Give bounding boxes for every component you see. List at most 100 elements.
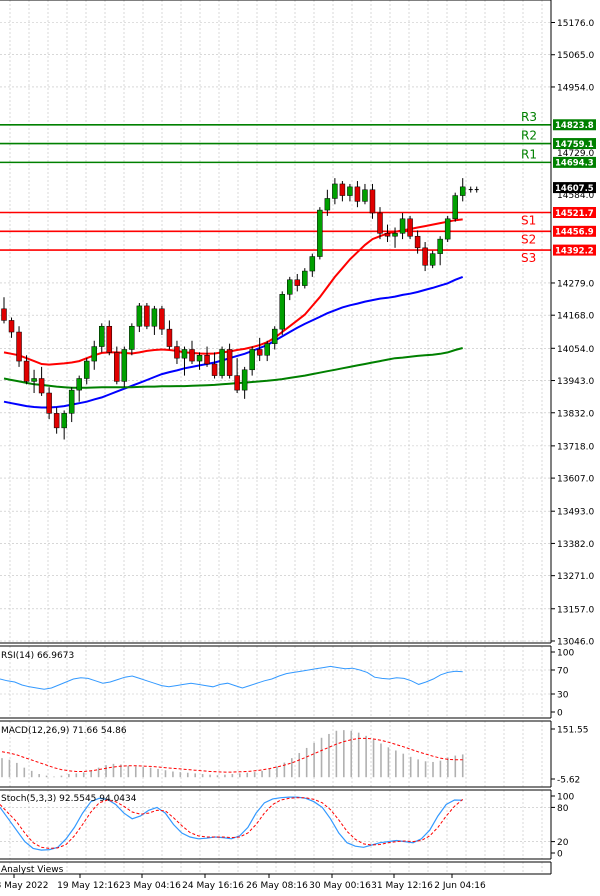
candle-body-21 <box>159 308 165 330</box>
candle-body-6 <box>46 392 52 414</box>
level-label-s2: S2 <box>521 232 536 246</box>
rsi-tick-label-0: 100 <box>557 649 574 659</box>
candle-body-13 <box>99 325 105 347</box>
candle-body-55 <box>414 235 421 249</box>
candle-body-39 <box>294 279 301 286</box>
candle-body-44 <box>332 183 338 199</box>
level-label-s1: S1 <box>521 213 536 227</box>
price-tick-label-13: 13157.0 <box>557 605 594 615</box>
current-price-text: 14607.5 <box>555 184 594 194</box>
candle-body-54 <box>407 218 413 237</box>
x-tick-label-2: 23 May 04:16 <box>119 881 181 891</box>
candle-body-38 <box>287 279 293 295</box>
level-price-text-r3: 14823.8 <box>555 121 594 131</box>
stoch-tick-label-2: 20 <box>557 838 569 848</box>
candle-29 <box>219 346 225 379</box>
candle-body-2 <box>16 331 22 362</box>
macd-label: MACD(12,26,9) 71.66 54.86 <box>1 726 127 736</box>
level-price-text-r2: 14759.1 <box>555 140 594 150</box>
price-tick-label-10: 13493.0 <box>557 508 594 518</box>
x-tick-label-7: 2 Jun 04:16 <box>434 881 486 891</box>
candle-body-11 <box>83 360 90 379</box>
candle-37 <box>279 291 285 335</box>
candle-body-34 <box>256 349 263 356</box>
candle-2 <box>16 326 22 367</box>
rsi-tick-label-3: 0 <box>557 709 563 719</box>
candle-body-15 <box>114 352 120 382</box>
candle-body-51 <box>384 233 391 237</box>
candle-59 <box>444 215 451 243</box>
candle-body-16 <box>121 349 128 382</box>
candle-40 <box>302 268 308 289</box>
price-tick-label-11: 13382.0 <box>557 540 594 550</box>
price-tick-label-12: 13271.0 <box>557 572 594 582</box>
price-tick-label-14: 13046.0 <box>557 638 594 648</box>
level-label-r2: R2 <box>521 129 537 143</box>
candle-body-36 <box>271 328 278 344</box>
candle-42 <box>317 207 323 260</box>
rsi-label: RSI(14) 66.9673 <box>1 651 74 661</box>
x-tick-label-3: 24 May 16:16 <box>182 881 244 891</box>
candle-54 <box>407 215 413 240</box>
candle-16 <box>121 346 128 388</box>
rsi-tick-label-2: 30 <box>557 691 569 701</box>
trading-chart: R3 R2 R1 S1 S2 S3 RSI(14) 66.9673 MACD(12,26,… <box>0 0 600 896</box>
x-tick-label-1: 19 May 12:16 <box>57 881 119 891</box>
stoch-label: Stoch(5,3,3) 92.5545 94.0434 <box>1 794 137 804</box>
candle-body-32 <box>241 369 248 391</box>
price-tick-label-9: 13607.0 <box>557 475 594 485</box>
price-tick-label-1: 15065.0 <box>557 51 594 61</box>
level-label-r3: R3 <box>521 110 537 124</box>
candle-body-5 <box>38 378 45 394</box>
rsi-tick-label-1: 70 <box>557 667 569 677</box>
candle-body-26 <box>196 355 203 362</box>
candle-body-58 <box>437 238 443 254</box>
candle-body-20 <box>151 308 158 327</box>
x-tick-label-5: 30 May 00:16 <box>309 881 371 891</box>
candle-body-19 <box>144 305 150 327</box>
level-label-r1: R1 <box>521 147 537 161</box>
macd-tick-label-0: 151.55 <box>557 726 589 736</box>
candle-body-29 <box>219 349 225 376</box>
candle-body-23 <box>174 346 180 359</box>
candle-body-27 <box>204 355 210 365</box>
candle-body-17 <box>129 325 135 350</box>
stoch-tick-label-0: 100 <box>557 793 574 803</box>
candle-body-14 <box>106 325 113 353</box>
candle-body-50 <box>377 212 383 234</box>
candle-body-57 <box>429 253 436 266</box>
candle-15 <box>114 346 120 385</box>
candle-body-28 <box>211 363 218 376</box>
price-tick-label-8: 13718.0 <box>557 442 594 452</box>
analyst-views-label: Analyst Views <box>1 865 64 875</box>
candle-body-3 <box>23 360 30 382</box>
candle-body-37 <box>279 294 285 330</box>
candle-body-60 <box>452 195 458 220</box>
level-price-text-r1: 14694.3 <box>555 159 594 169</box>
candle-body-43 <box>324 198 331 211</box>
candle-body-8 <box>61 413 67 429</box>
candle-body-45 <box>339 183 346 196</box>
candle-body-42 <box>317 209 323 257</box>
candle-body-47 <box>354 186 361 202</box>
candle-body-18 <box>136 305 143 327</box>
candle-body-40 <box>302 270 308 286</box>
candle-body-25 <box>189 349 195 362</box>
candle-body-30 <box>226 349 233 376</box>
candle-body-0 <box>1 308 7 321</box>
candle-body-41 <box>309 256 316 272</box>
candle-body-59 <box>444 218 451 240</box>
candle-body-46 <box>347 186 353 196</box>
candle-body-49 <box>369 189 376 214</box>
price-tick-label-7: 13832.0 <box>557 409 594 419</box>
level-label-s3: S3 <box>521 251 536 265</box>
price-tick-label-4: 14168.0 <box>557 312 594 322</box>
level-price-text-s1: 14521.7 <box>555 209 594 219</box>
price-tick-label-2: 14954.0 <box>557 83 594 93</box>
macd-tick-label-1: -5.62 <box>557 776 580 786</box>
candle-19 <box>144 303 150 330</box>
candle-body-24 <box>181 349 188 359</box>
x-tick-label-4: 26 May 08:16 <box>246 881 308 891</box>
candle-body-35 <box>264 343 270 356</box>
candle-body-33 <box>249 349 255 371</box>
